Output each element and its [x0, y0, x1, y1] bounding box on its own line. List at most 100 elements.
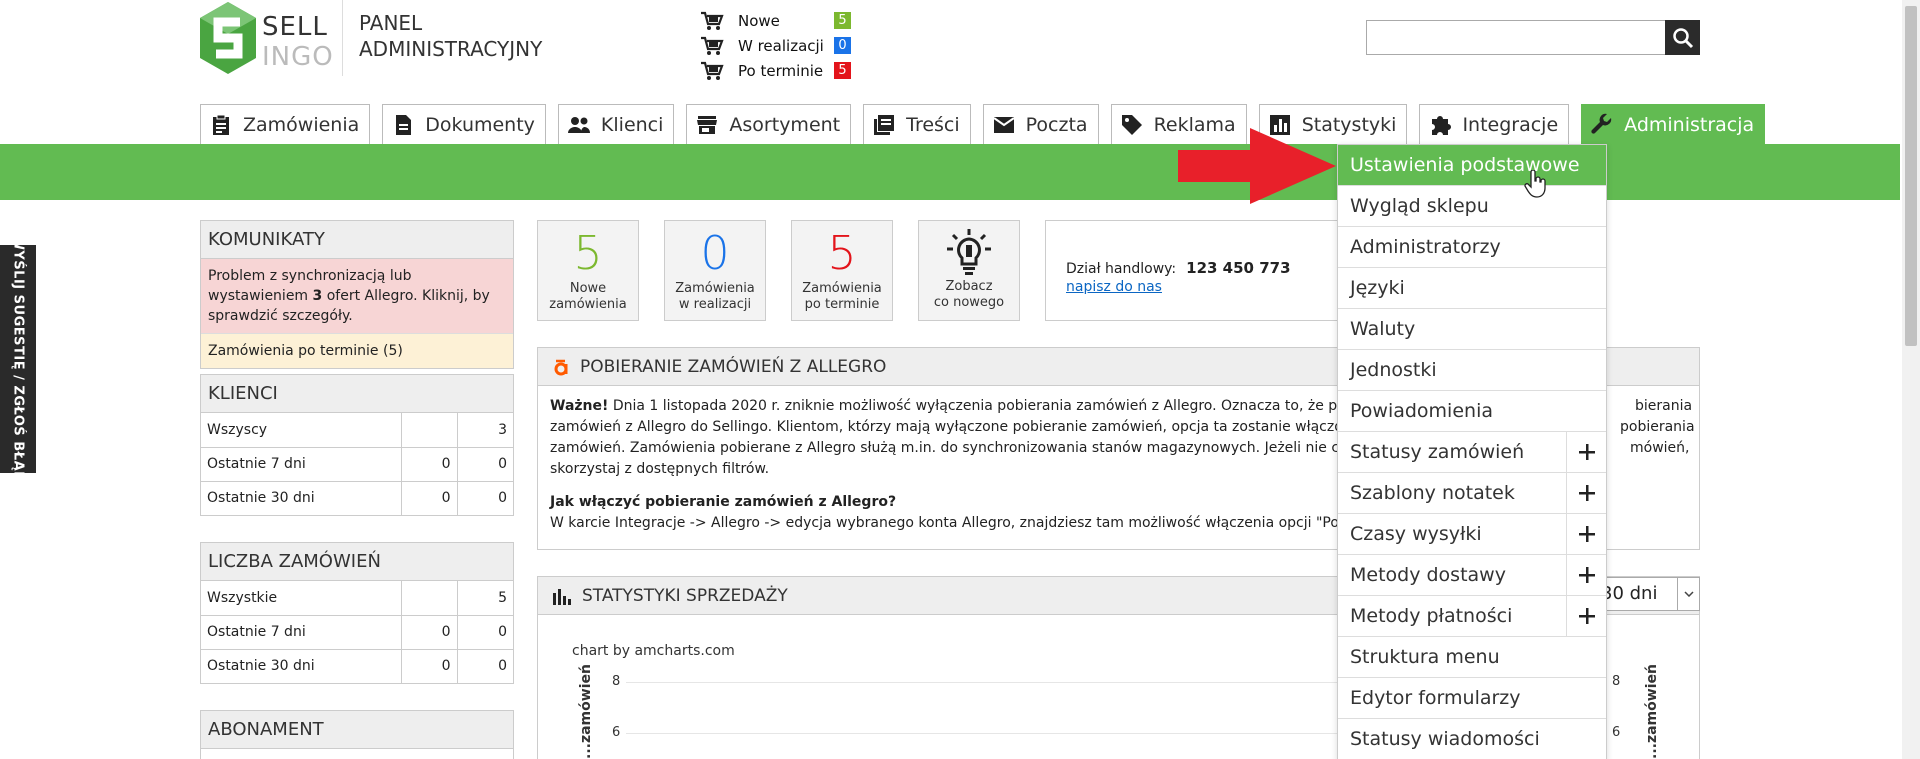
plus-icon[interactable] [1566, 513, 1606, 555]
dropdown-item[interactable]: Wygląd sklepu [1338, 186, 1606, 227]
nav-item-dokumenty[interactable]: Dokumenty [382, 104, 546, 144]
sellingo-logo-icon [200, 2, 256, 74]
dropdown-item[interactable]: Szablony notatek [1338, 472, 1606, 514]
tile-label-line2: w realizacji [678, 297, 752, 312]
nav-item-klienci[interactable]: Klienci [557, 104, 675, 144]
mail-icon [993, 116, 1015, 133]
puzzle-icon [1432, 115, 1452, 135]
y-axis-tick-right: 8 [1612, 674, 1621, 689]
panel-title-line1: PANEL [359, 11, 423, 35]
dropdown-item-label: Języki [1350, 277, 1405, 299]
search-input[interactable] [1366, 20, 1666, 55]
allegro-sync-alert[interactable]: Problem z synchronizacją lub wystawienie… [201, 259, 513, 334]
table-row: Wszystkie 5 [201, 581, 513, 615]
y-axis-title-left: ...zamówień [578, 664, 594, 759]
row-label: Ostatnie 7 dni [201, 614, 401, 649]
search-icon [1672, 27, 1693, 48]
dropdown-item-label: Statusy wiadomości [1350, 728, 1540, 750]
dropdown-item[interactable]: Statusy wiadomości [1338, 719, 1606, 759]
contact-label: Dział handlowy: [1066, 261, 1177, 277]
dropdown-item[interactable]: Metody płatności [1338, 595, 1606, 637]
y-axis-tick-right: 6 [1612, 725, 1621, 740]
nav-item-label: Treści [906, 113, 960, 136]
allegro-text-tail: bierania [1635, 398, 1693, 414]
dropdown-item-label: Ustawienia podstawowe [1350, 154, 1580, 176]
search-button[interactable] [1665, 20, 1700, 55]
nav-item-administracja[interactable]: Administracja [1581, 104, 1766, 144]
order-status-in-progress[interactable]: W realizacji 0 [700, 33, 851, 58]
tile-label-line1: Nowe [569, 281, 607, 296]
order-status-summary: Nowe 5 W realizacji 0 Po terminie 5 [700, 8, 851, 83]
nav-item-tresci[interactable]: Treści [863, 104, 971, 144]
order-status-new[interactable]: Nowe 5 [700, 8, 851, 33]
order-status-overdue[interactable]: Po terminie 5 [700, 58, 851, 83]
tile-orders-overdue[interactable]: 5 Zamówienia po terminie [791, 220, 893, 321]
contact-phone: 123 450 773 [1186, 259, 1291, 277]
sales-contact-box: Dział handlowy: 123 450 773 napisz do nas [1045, 220, 1345, 321]
dropdown-item[interactable]: Edytor formularzy [1338, 678, 1606, 719]
y-axis-tick-left: 6 [612, 725, 621, 740]
dropdown-item-label: Czasy wysyłki [1350, 523, 1482, 545]
dropdown-item-label: Szablony notatek [1350, 482, 1515, 504]
wrench-icon [1591, 113, 1612, 134]
dropdown-item[interactable]: Jednostki [1338, 350, 1606, 391]
administracja-dropdown: Ustawienia podstawowe Wygląd sklepu Admini… [1337, 144, 1607, 759]
dropdown-item[interactable]: Waluty [1338, 309, 1606, 350]
chart-credit[interactable]: chart by amcharts.com [572, 643, 735, 659]
tile-new-orders[interactable]: 5 Nowe zamówienia [537, 220, 639, 321]
sales-stats-title: STATYSTYKI SPRZEDAŻY [582, 585, 788, 606]
allegro-text-tail: mówień, [1630, 440, 1690, 456]
dropdown-item-label: Edytor formularzy [1350, 687, 1521, 709]
contact-write-link[interactable]: napisz do nas [1066, 279, 1344, 295]
nav-item-zamowienia[interactable]: Zamówienia [200, 104, 371, 144]
dropdown-item-label: Metody płatności [1350, 605, 1513, 627]
y-axis-title-right: ...zamówień [1644, 664, 1660, 759]
komunikaty-box: KOMUNIKATY Problem z synchronizacją lub … [200, 220, 514, 369]
row-label: Ostatnie 30 dni [201, 648, 401, 683]
overdue-orders-alert[interactable]: Zamówienia po terminie (5) [201, 334, 513, 368]
tag-icon [1121, 114, 1142, 135]
klienci-box: KLIENCI Wszyscy 3 Ostatnie 7 dni 0 0 Ostatn… [200, 374, 514, 516]
dropdown-item[interactable]: Metody dostawy [1338, 554, 1606, 596]
period-select[interactable]: 30 dni [1596, 577, 1700, 611]
dropdown-item[interactable]: Administratorzy [1338, 227, 1606, 268]
y-axis-tick-left: 8 [612, 674, 621, 689]
period-select-value: 30 dni [1601, 583, 1658, 604]
dropdown-item[interactable]: Języki [1338, 268, 1606, 309]
document-icon [396, 114, 412, 135]
tile-orders-in-progress[interactable]: 0 Zamówienia w realizacji [664, 220, 766, 321]
order-status-label: Po terminie [738, 61, 824, 80]
dropdown-item-label: Administratorzy [1350, 236, 1501, 258]
store-icon [697, 115, 718, 134]
plus-icon[interactable] [1566, 472, 1606, 514]
library-icon [874, 114, 895, 135]
plus-icon[interactable] [1566, 595, 1606, 637]
plus-icon[interactable] [1566, 554, 1606, 596]
dropdown-item[interactable]: Ustawienia podstawowe [1338, 145, 1606, 186]
feedback-tab[interactable]: WYŚLIJ SUGESTIĘ / ZGŁOŚ BŁĄD [0, 236, 36, 482]
tile-whats-new[interactable]: Zobacz co nowego [918, 220, 1020, 321]
dropdown-item[interactable]: Czasy wysyłki [1338, 513, 1606, 555]
lightbulb-icon [919, 227, 1019, 279]
people-icon [567, 116, 590, 133]
dropdown-item[interactable]: Struktura menu [1338, 637, 1606, 678]
row-value: 0 [456, 446, 513, 481]
nav-item-asortyment[interactable]: Asortyment [686, 104, 852, 144]
alert-count: 3 [312, 288, 323, 304]
logo-text-sell: SELL [262, 12, 328, 42]
row-value: 5 [456, 581, 513, 615]
dropdown-item[interactable]: Powiadomienia [1338, 391, 1606, 432]
nav-item-integracje[interactable]: Integracje [1419, 104, 1570, 144]
scrollbar-thumb[interactable] [1905, 6, 1917, 346]
allegro-text-tail: pobierania [1620, 419, 1695, 435]
nav-item-poczta[interactable]: Poczta [982, 104, 1099, 144]
sellingo-logo[interactable]: SELL INGO [200, 2, 340, 74]
plus-icon[interactable] [1566, 431, 1606, 473]
chevron-down-icon [1677, 578, 1699, 610]
main-nav: Zamówienia Dokumenty Klienci Asortyment … [200, 104, 1777, 144]
nav-item-label: Administracja [1624, 113, 1755, 136]
row-value: 0 [400, 614, 457, 649]
row-value: 3 [456, 413, 513, 447]
dropdown-item[interactable]: Statusy zamówień [1338, 431, 1606, 473]
table-row: Wszyscy 3 [201, 413, 513, 447]
